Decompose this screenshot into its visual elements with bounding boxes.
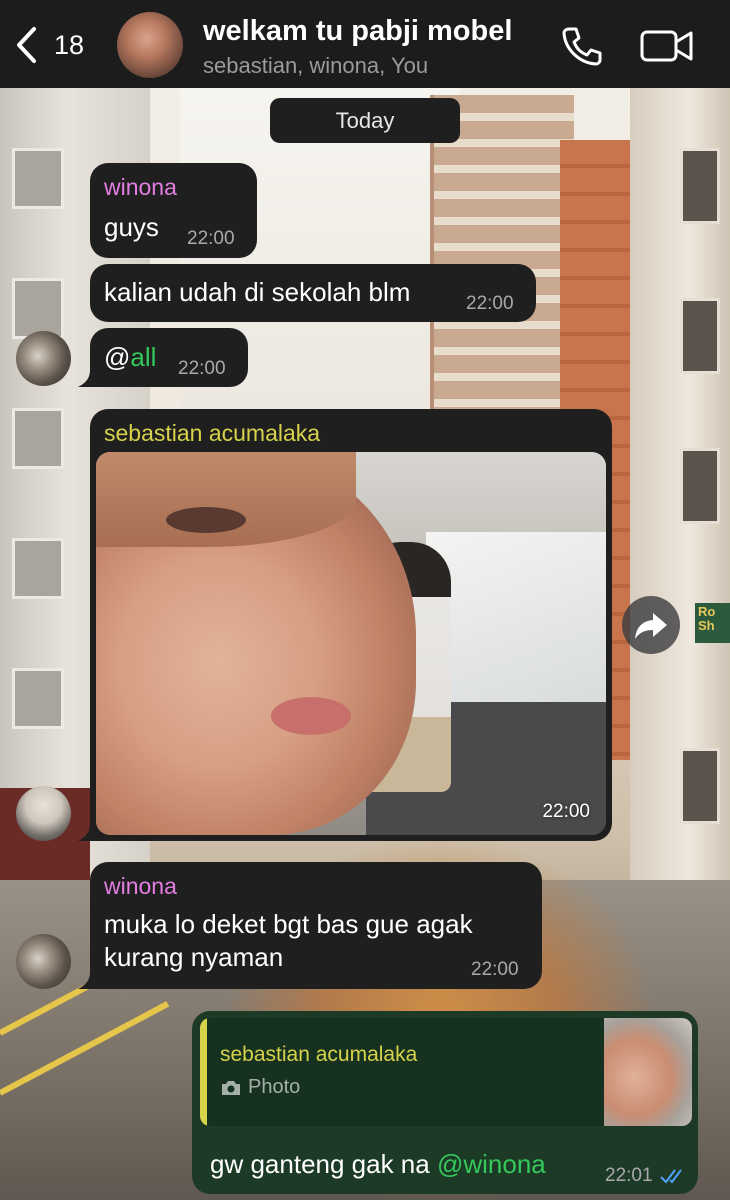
message-time: 22:00 [471, 959, 519, 980]
wallpaper-window [12, 278, 64, 339]
unread-count: 18 [54, 29, 85, 60]
photo-car-window [426, 532, 606, 702]
bubble-tail [78, 370, 98, 387]
bubble-tail [78, 972, 98, 989]
wallpaper-tower [430, 95, 574, 425]
chat-title[interactable]: welkam tu pabji mobel [203, 15, 512, 48]
sender-name[interactable]: sebastian acumalaka [104, 420, 320, 447]
wallpaper-window [680, 148, 720, 224]
group-avatar[interactable] [117, 12, 183, 78]
photo-attachment[interactable]: 22:00 [96, 452, 606, 835]
reply-photo-thumbnail [604, 1018, 692, 1126]
wallpaper-shop-sign: Ro Sh [695, 603, 730, 643]
reply-quote[interactable]: sebastian acumalaka Photo [200, 1018, 692, 1126]
message-time: 22:00 [178, 358, 226, 379]
wallpaper-window [680, 298, 720, 374]
wallpaper-window [680, 448, 720, 524]
back-chevron-icon [17, 27, 36, 63]
bubble-tail [78, 824, 98, 841]
photo-lips [271, 697, 351, 735]
date-separator: Today [270, 98, 460, 143]
message-text-line: kurang nyaman [104, 942, 284, 972]
outgoing-text: gw ganteng gak na [210, 1149, 437, 1179]
mention-all[interactable]: all [130, 342, 156, 372]
phone-icon[interactable] [560, 24, 604, 68]
mention-prefix: @ [104, 342, 131, 372]
reply-sender-name: sebastian acumalaka [220, 1043, 418, 1066]
wallpaper-window [680, 748, 720, 824]
wallpaper-window [12, 408, 64, 469]
sender-name[interactable]: winona [104, 873, 177, 900]
photo-eye [166, 507, 246, 533]
camera-icon [222, 1080, 240, 1095]
message-text: guys [104, 212, 159, 242]
sender-name[interactable]: winona [104, 174, 177, 201]
message-time: 22:00 [542, 801, 590, 822]
wallpaper-window [12, 148, 64, 209]
video-camera-icon[interactable] [640, 28, 694, 64]
message-time: 22:00 [187, 228, 235, 249]
message-time: 22:01 [605, 1165, 653, 1186]
message-text: @all [104, 341, 156, 374]
message-text: kalian udah di sekolah blm [104, 277, 411, 307]
read-receipt-icon [660, 1169, 682, 1184]
chat-header: 18 welkam tu pabji mobel sebastian, wino… [0, 0, 730, 88]
reply-accent-bar [200, 1018, 207, 1126]
sender-avatar[interactable] [16, 331, 71, 386]
message-text-line: muka lo deket bgt bas gue agak [104, 909, 473, 939]
sender-avatar[interactable] [16, 934, 71, 989]
message-time: 22:00 [466, 293, 514, 314]
message-text: gw ganteng gak na @winona [210, 1148, 546, 1181]
sender-avatar[interactable] [16, 786, 71, 841]
wallpaper-window [12, 668, 64, 729]
chat-participants[interactable]: sebastian, winona, You [203, 53, 428, 79]
reply-type-label: Photo [248, 1076, 301, 1098]
wallpaper-window [12, 538, 64, 599]
mention-winona[interactable]: @winona [437, 1149, 546, 1179]
reply-type: Photo [220, 1076, 300, 1099]
forward-button[interactable] [622, 596, 680, 654]
back-button[interactable]: 18 [14, 22, 94, 68]
forward-icon [635, 613, 667, 639]
wallpaper-right-building [630, 88, 730, 918]
